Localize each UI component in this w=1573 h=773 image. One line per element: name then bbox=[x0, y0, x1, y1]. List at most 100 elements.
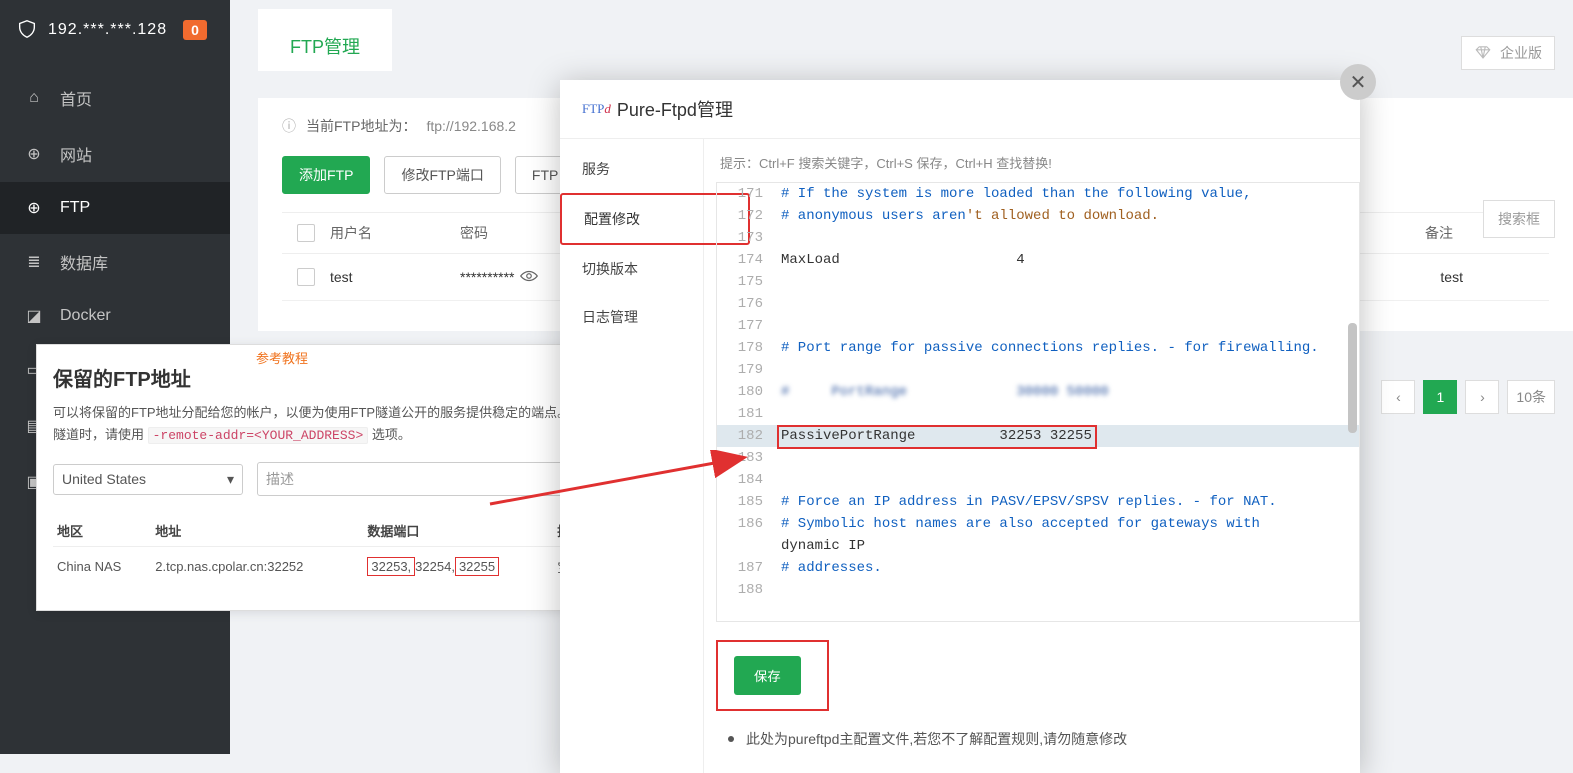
ftp-url: ftp://192.168.2 bbox=[426, 118, 516, 134]
code-text: # Force an IP address in PASV/EPSV/SPSV … bbox=[771, 494, 1277, 510]
config-editor[interactable]: 171# If the system is more loaded than t… bbox=[716, 182, 1360, 622]
docker-icon: ◪ bbox=[24, 306, 44, 326]
code-line[interactable]: 185# Force an IP address in PASV/EPSV/SP… bbox=[717, 491, 1359, 513]
diamond-icon bbox=[1474, 45, 1492, 62]
code-line[interactable]: 187# addresses. bbox=[717, 557, 1359, 579]
code-line[interactable]: 173 bbox=[717, 227, 1359, 249]
tab-row: FTP管理 bbox=[258, 0, 1573, 80]
code-text: dynamic IP bbox=[771, 538, 865, 554]
rcol-region: 地区 bbox=[53, 515, 151, 547]
modal-main: 提示：Ctrl+F 搜索关键字，Ctrl+S 保存，Ctrl+H 查找替换! 1… bbox=[704, 139, 1360, 773]
search-input[interactable]: 搜索框 bbox=[1483, 200, 1555, 238]
pager: ‹ 1 › 10条 bbox=[1381, 380, 1555, 414]
code-line[interactable]: 178# Port range for passive connections … bbox=[717, 337, 1359, 359]
code-line[interactable]: 171# If the system is more loaded than t… bbox=[717, 183, 1359, 205]
line-number: 172 bbox=[717, 208, 771, 224]
line-number: 174 bbox=[717, 252, 771, 268]
line-number: 176 bbox=[717, 296, 771, 312]
mside-service[interactable]: 服务 bbox=[560, 145, 703, 193]
code-text: # addresses. bbox=[771, 560, 882, 576]
scrollbar-thumb[interactable] bbox=[1348, 323, 1357, 433]
line-number: 183 bbox=[717, 450, 771, 466]
code-line[interactable]: 174MaxLoad 4 bbox=[717, 249, 1359, 271]
nav-docker[interactable]: ◪Docker bbox=[0, 290, 230, 342]
cell-user: test bbox=[330, 269, 460, 285]
code-line[interactable]: 184 bbox=[717, 469, 1359, 491]
tab-ftp-manage[interactable]: FTP管理 bbox=[258, 9, 392, 71]
code-line[interactable]: dynamic IP bbox=[717, 535, 1359, 557]
code-line[interactable]: 183 bbox=[717, 447, 1359, 469]
mside-log[interactable]: 日志管理 bbox=[560, 293, 703, 341]
rcell-region: China NAS bbox=[53, 547, 151, 587]
rcell-ports: 32253,32254,32255 bbox=[363, 547, 553, 587]
region-select[interactable]: United States ▾ bbox=[53, 464, 243, 495]
line-number: 187 bbox=[717, 560, 771, 576]
shield-icon bbox=[16, 18, 38, 43]
port-highlight: 32253, bbox=[367, 557, 415, 576]
ftpd-logo: FTPd bbox=[582, 101, 611, 117]
cell-remark: test bbox=[1440, 269, 1463, 285]
mside-version[interactable]: 切换版本 bbox=[560, 245, 703, 293]
close-icon[interactable]: ✕ bbox=[1340, 64, 1376, 100]
modal-title: FTPd Pure-Ftpd管理 bbox=[560, 80, 1360, 139]
line-number: 175 bbox=[717, 274, 771, 290]
code-line[interactable]: 172# anonymous users aren't allowed to d… bbox=[717, 205, 1359, 227]
code-line[interactable]: 177 bbox=[717, 315, 1359, 337]
line-number: 180 bbox=[717, 384, 771, 400]
server-ip: 192.***.***.128 bbox=[48, 21, 167, 39]
topbar: 192.***.***.128 0 bbox=[0, 0, 230, 60]
modify-port-button[interactable]: 修改FTP端口 bbox=[384, 156, 500, 194]
pager-prev[interactable]: ‹ bbox=[1381, 380, 1415, 414]
col-remark: 备注 bbox=[1425, 223, 1453, 243]
rcol-dataport: 数据端口 bbox=[363, 515, 553, 547]
add-ftp-button[interactable]: 添加FTP bbox=[282, 156, 370, 194]
code-line[interactable]: 175 bbox=[717, 271, 1359, 293]
enterprise-tag[interactable]: 企业版 bbox=[1461, 36, 1555, 70]
save-outline: 保存 bbox=[716, 640, 829, 711]
code-line[interactable]: 176 bbox=[717, 293, 1359, 315]
pager-size[interactable]: 10条 bbox=[1507, 380, 1555, 414]
code-text: MaxLoad 4 bbox=[771, 252, 1025, 268]
code-line[interactable]: 188 bbox=[717, 579, 1359, 601]
select-all-checkbox[interactable] bbox=[297, 224, 315, 242]
code-line[interactable]: 181 bbox=[717, 403, 1359, 425]
nav-ftp[interactable]: ⊕FTP bbox=[0, 182, 230, 234]
line-number: 182 bbox=[717, 428, 771, 444]
pager-page-1[interactable]: 1 bbox=[1423, 380, 1457, 414]
nav-home[interactable]: ⌂首页 bbox=[0, 70, 230, 126]
code-text: # If the system is more loaded than the … bbox=[771, 186, 1251, 202]
save-button[interactable]: 保存 bbox=[734, 656, 801, 695]
save-area: 保存 bbox=[716, 622, 1360, 711]
code-text: # PortRange 30000 50000 bbox=[771, 384, 1109, 400]
pager-next[interactable]: › bbox=[1465, 380, 1499, 414]
footnote: 此处为pureftpd主配置文件,若您不了解配置规则,请勿随意修改 bbox=[716, 711, 1360, 753]
eye-icon[interactable] bbox=[520, 269, 538, 286]
bullet-icon bbox=[728, 736, 734, 742]
code-line[interactable]: 179 bbox=[717, 359, 1359, 381]
notification-badge[interactable]: 0 bbox=[183, 20, 207, 40]
editor-hint: 提示：Ctrl+F 搜索关键字，Ctrl+S 保存，Ctrl+H 查找替换! bbox=[716, 149, 1360, 182]
line-number: 173 bbox=[717, 230, 771, 246]
line-number: 177 bbox=[717, 318, 771, 334]
desc-input[interactable]: 描述 bbox=[257, 462, 597, 496]
home-icon: ⌂ bbox=[24, 89, 44, 107]
reference-link[interactable]: 参考教程 bbox=[256, 348, 308, 367]
code-text: # Port range for passive connections rep… bbox=[771, 340, 1319, 356]
pureftpd-modal: ✕ FTPd Pure-Ftpd管理 服务 配置修改 切换版本 日志管理 提示：… bbox=[560, 80, 1360, 773]
nav-website[interactable]: ⊕网站 bbox=[0, 126, 230, 182]
code-text: # Symbolic host names are also accepted … bbox=[771, 516, 1260, 532]
line-number: 186 bbox=[717, 516, 771, 532]
nav-database[interactable]: ≣数据库 bbox=[0, 234, 230, 290]
chevron-down-icon: ▾ bbox=[227, 471, 234, 488]
code-line[interactable]: 180# PortRange 30000 50000 bbox=[717, 381, 1359, 403]
cell-pass: ********** bbox=[460, 269, 514, 285]
info-icon: ⓘ bbox=[282, 116, 296, 136]
ftp-icon: ⊕ bbox=[24, 198, 44, 218]
line-number: 184 bbox=[717, 472, 771, 488]
globe-icon: ⊕ bbox=[24, 144, 44, 164]
line-number: 188 bbox=[717, 582, 771, 598]
code-line[interactable]: 186# Symbolic host names are also accept… bbox=[717, 513, 1359, 535]
remote-addr-code: -remote-addr=<YOUR_ADDRESS> bbox=[148, 427, 369, 444]
row-checkbox[interactable] bbox=[297, 268, 315, 286]
modal-sidebar: 服务 配置修改 切换版本 日志管理 bbox=[560, 139, 704, 773]
